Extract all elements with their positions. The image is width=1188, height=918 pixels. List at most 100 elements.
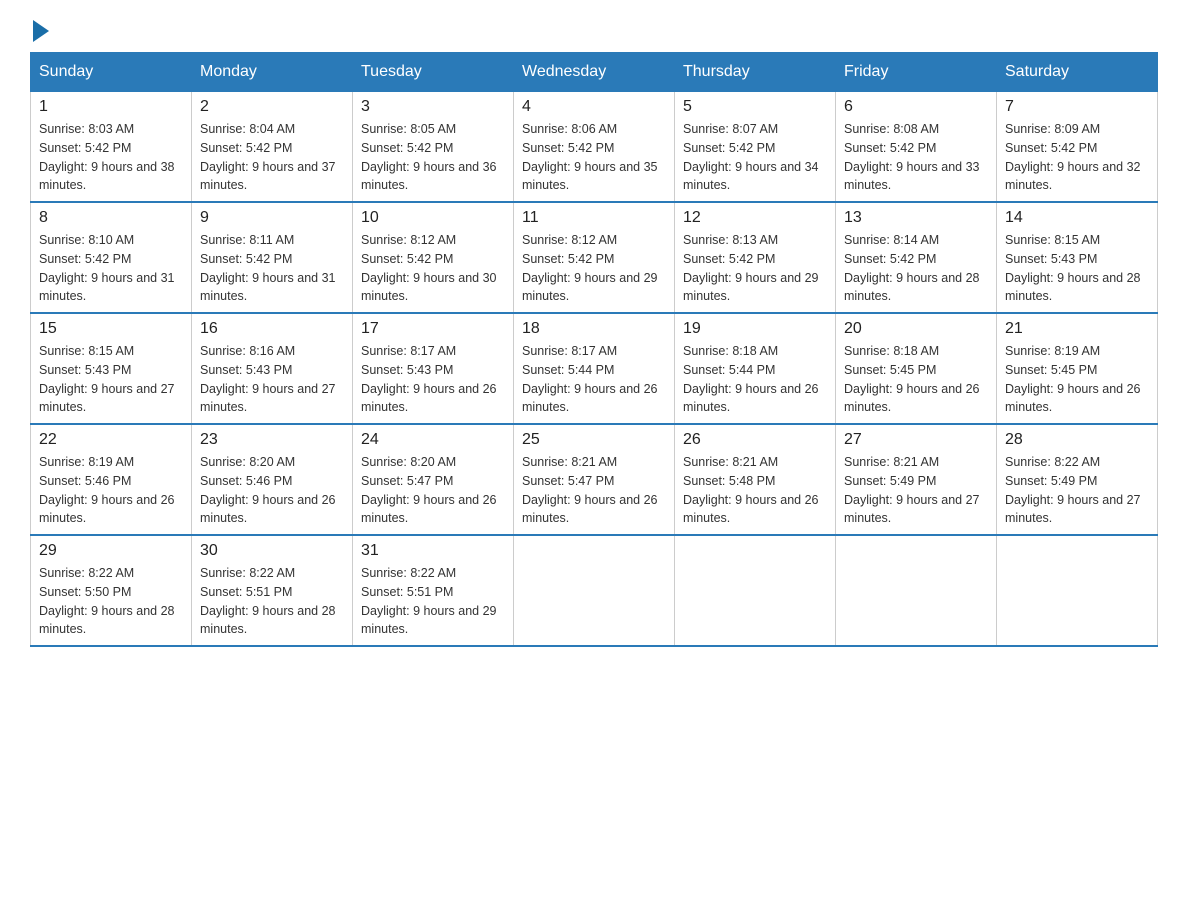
day-info: Sunrise: 8:14 AMSunset: 5:42 PMDaylight:… (844, 233, 980, 303)
day-info: Sunrise: 8:04 AMSunset: 5:42 PMDaylight:… (200, 122, 336, 192)
calendar-week-row: 8 Sunrise: 8:10 AMSunset: 5:42 PMDayligh… (31, 202, 1158, 313)
calendar-table: SundayMondayTuesdayWednesdayThursdayFrid… (30, 52, 1158, 647)
calendar-cell: 6 Sunrise: 8:08 AMSunset: 5:42 PMDayligh… (836, 92, 997, 203)
calendar-week-row: 29 Sunrise: 8:22 AMSunset: 5:50 PMDaylig… (31, 535, 1158, 646)
day-info: Sunrise: 8:18 AMSunset: 5:44 PMDaylight:… (683, 344, 819, 414)
day-info: Sunrise: 8:18 AMSunset: 5:45 PMDaylight:… (844, 344, 980, 414)
calendar-cell: 11 Sunrise: 8:12 AMSunset: 5:42 PMDaylig… (514, 202, 675, 313)
day-info: Sunrise: 8:20 AMSunset: 5:47 PMDaylight:… (361, 455, 497, 525)
day-number: 20 (844, 320, 988, 338)
calendar-cell: 31 Sunrise: 8:22 AMSunset: 5:51 PMDaylig… (353, 535, 514, 646)
calendar-cell: 15 Sunrise: 8:15 AMSunset: 5:43 PMDaylig… (31, 313, 192, 424)
day-info: Sunrise: 8:21 AMSunset: 5:47 PMDaylight:… (522, 455, 658, 525)
calendar-cell: 3 Sunrise: 8:05 AMSunset: 5:42 PMDayligh… (353, 92, 514, 203)
calendar-cell: 27 Sunrise: 8:21 AMSunset: 5:49 PMDaylig… (836, 424, 997, 535)
day-info: Sunrise: 8:22 AMSunset: 5:51 PMDaylight:… (361, 566, 497, 636)
day-number: 30 (200, 542, 344, 560)
calendar-cell: 26 Sunrise: 8:21 AMSunset: 5:48 PMDaylig… (675, 424, 836, 535)
day-number: 2 (200, 98, 344, 116)
calendar-cell: 1 Sunrise: 8:03 AMSunset: 5:42 PMDayligh… (31, 92, 192, 203)
column-header-thursday: Thursday (675, 53, 836, 92)
day-info: Sunrise: 8:17 AMSunset: 5:43 PMDaylight:… (361, 344, 497, 414)
day-info: Sunrise: 8:21 AMSunset: 5:48 PMDaylight:… (683, 455, 819, 525)
calendar-cell: 16 Sunrise: 8:16 AMSunset: 5:43 PMDaylig… (192, 313, 353, 424)
day-info: Sunrise: 8:11 AMSunset: 5:42 PMDaylight:… (200, 233, 336, 303)
column-header-saturday: Saturday (997, 53, 1158, 92)
day-number: 3 (361, 98, 505, 116)
day-info: Sunrise: 8:22 AMSunset: 5:50 PMDaylight:… (39, 566, 175, 636)
calendar-cell: 8 Sunrise: 8:10 AMSunset: 5:42 PMDayligh… (31, 202, 192, 313)
day-info: Sunrise: 8:15 AMSunset: 5:43 PMDaylight:… (39, 344, 175, 414)
calendar-week-row: 15 Sunrise: 8:15 AMSunset: 5:43 PMDaylig… (31, 313, 1158, 424)
day-number: 9 (200, 209, 344, 227)
day-number: 13 (844, 209, 988, 227)
logo (30, 20, 49, 42)
day-info: Sunrise: 8:15 AMSunset: 5:43 PMDaylight:… (1005, 233, 1141, 303)
calendar-cell: 4 Sunrise: 8:06 AMSunset: 5:42 PMDayligh… (514, 92, 675, 203)
day-info: Sunrise: 8:20 AMSunset: 5:46 PMDaylight:… (200, 455, 336, 525)
column-header-friday: Friday (836, 53, 997, 92)
day-info: Sunrise: 8:16 AMSunset: 5:43 PMDaylight:… (200, 344, 336, 414)
calendar-cell: 19 Sunrise: 8:18 AMSunset: 5:44 PMDaylig… (675, 313, 836, 424)
day-info: Sunrise: 8:12 AMSunset: 5:42 PMDaylight:… (361, 233, 497, 303)
calendar-cell: 9 Sunrise: 8:11 AMSunset: 5:42 PMDayligh… (192, 202, 353, 313)
day-info: Sunrise: 8:21 AMSunset: 5:49 PMDaylight:… (844, 455, 980, 525)
day-info: Sunrise: 8:10 AMSunset: 5:42 PMDaylight:… (39, 233, 175, 303)
calendar-week-row: 1 Sunrise: 8:03 AMSunset: 5:42 PMDayligh… (31, 92, 1158, 203)
day-info: Sunrise: 8:09 AMSunset: 5:42 PMDaylight:… (1005, 122, 1141, 192)
calendar-cell: 10 Sunrise: 8:12 AMSunset: 5:42 PMDaylig… (353, 202, 514, 313)
day-info: Sunrise: 8:19 AMSunset: 5:46 PMDaylight:… (39, 455, 175, 525)
day-number: 7 (1005, 98, 1149, 116)
calendar-cell (675, 535, 836, 646)
calendar-cell: 2 Sunrise: 8:04 AMSunset: 5:42 PMDayligh… (192, 92, 353, 203)
calendar-cell: 7 Sunrise: 8:09 AMSunset: 5:42 PMDayligh… (997, 92, 1158, 203)
day-number: 26 (683, 431, 827, 449)
column-header-monday: Monday (192, 53, 353, 92)
day-number: 21 (1005, 320, 1149, 338)
calendar-cell: 23 Sunrise: 8:20 AMSunset: 5:46 PMDaylig… (192, 424, 353, 535)
day-number: 5 (683, 98, 827, 116)
day-number: 31 (361, 542, 505, 560)
calendar-cell: 14 Sunrise: 8:15 AMSunset: 5:43 PMDaylig… (997, 202, 1158, 313)
day-info: Sunrise: 8:12 AMSunset: 5:42 PMDaylight:… (522, 233, 658, 303)
day-info: Sunrise: 8:08 AMSunset: 5:42 PMDaylight:… (844, 122, 980, 192)
calendar-cell: 18 Sunrise: 8:17 AMSunset: 5:44 PMDaylig… (514, 313, 675, 424)
calendar-cell: 17 Sunrise: 8:17 AMSunset: 5:43 PMDaylig… (353, 313, 514, 424)
calendar-header-row: SundayMondayTuesdayWednesdayThursdayFrid… (31, 53, 1158, 92)
day-info: Sunrise: 8:06 AMSunset: 5:42 PMDaylight:… (522, 122, 658, 192)
day-number: 25 (522, 431, 666, 449)
calendar-cell (836, 535, 997, 646)
calendar-cell: 24 Sunrise: 8:20 AMSunset: 5:47 PMDaylig… (353, 424, 514, 535)
day-number: 6 (844, 98, 988, 116)
day-number: 10 (361, 209, 505, 227)
day-number: 23 (200, 431, 344, 449)
logo-triangle-icon (33, 20, 49, 42)
day-number: 27 (844, 431, 988, 449)
day-number: 19 (683, 320, 827, 338)
day-info: Sunrise: 8:22 AMSunset: 5:51 PMDaylight:… (200, 566, 336, 636)
calendar-cell (997, 535, 1158, 646)
page-header (30, 20, 1158, 42)
calendar-cell: 21 Sunrise: 8:19 AMSunset: 5:45 PMDaylig… (997, 313, 1158, 424)
day-number: 11 (522, 209, 666, 227)
day-info: Sunrise: 8:07 AMSunset: 5:42 PMDaylight:… (683, 122, 819, 192)
day-number: 29 (39, 542, 183, 560)
calendar-cell: 28 Sunrise: 8:22 AMSunset: 5:49 PMDaylig… (997, 424, 1158, 535)
day-info: Sunrise: 8:05 AMSunset: 5:42 PMDaylight:… (361, 122, 497, 192)
calendar-cell: 22 Sunrise: 8:19 AMSunset: 5:46 PMDaylig… (31, 424, 192, 535)
day-info: Sunrise: 8:22 AMSunset: 5:49 PMDaylight:… (1005, 455, 1141, 525)
calendar-cell (514, 535, 675, 646)
day-number: 14 (1005, 209, 1149, 227)
calendar-cell: 20 Sunrise: 8:18 AMSunset: 5:45 PMDaylig… (836, 313, 997, 424)
day-number: 15 (39, 320, 183, 338)
day-number: 17 (361, 320, 505, 338)
calendar-cell: 5 Sunrise: 8:07 AMSunset: 5:42 PMDayligh… (675, 92, 836, 203)
day-info: Sunrise: 8:13 AMSunset: 5:42 PMDaylight:… (683, 233, 819, 303)
calendar-cell: 13 Sunrise: 8:14 AMSunset: 5:42 PMDaylig… (836, 202, 997, 313)
day-number: 8 (39, 209, 183, 227)
calendar-cell: 12 Sunrise: 8:13 AMSunset: 5:42 PMDaylig… (675, 202, 836, 313)
day-number: 12 (683, 209, 827, 227)
column-header-wednesday: Wednesday (514, 53, 675, 92)
calendar-cell: 25 Sunrise: 8:21 AMSunset: 5:47 PMDaylig… (514, 424, 675, 535)
day-number: 22 (39, 431, 183, 449)
